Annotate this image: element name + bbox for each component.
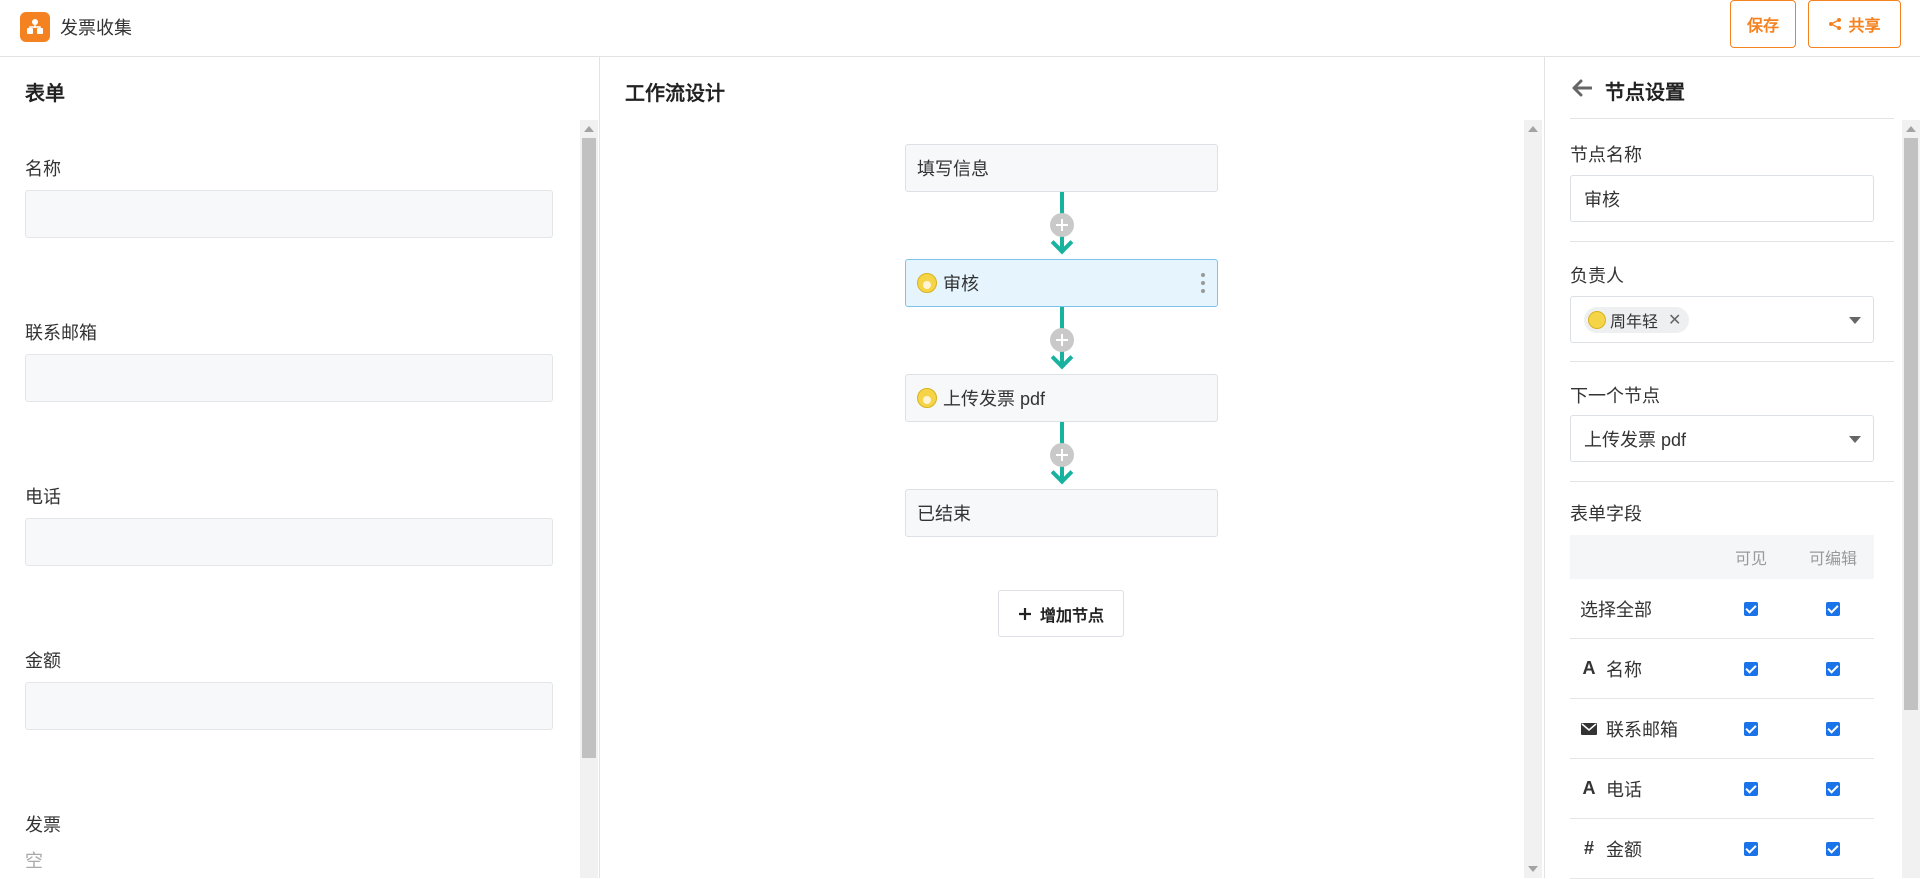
node-name-input[interactable]: 审核 (1570, 175, 1874, 222)
field-label-name: 名称 (25, 159, 61, 179)
plus-icon (1018, 607, 1031, 620)
avatar (917, 388, 937, 408)
add-node-label: 增加节点 (1039, 607, 1104, 625)
next-node-value: 上传发票 pdf (1584, 429, 1687, 450)
workflow-panel-title: 工作流设计 (625, 83, 725, 105)
text-icon: A (1582, 658, 1596, 678)
insert-node-plus-icon[interactable] (1050, 328, 1074, 352)
save-button-label: 保存 (1746, 18, 1779, 35)
editable-checkbox[interactable] (1826, 661, 1840, 676)
visible-checkbox[interactable] (1744, 661, 1758, 676)
field-label-email: 联系邮箱 (25, 323, 97, 343)
assignee-label: 负责人 (1570, 266, 1624, 286)
scroll-up-arrow-icon[interactable] (1528, 126, 1538, 132)
row-label: 联系邮箱 (1606, 719, 1678, 740)
name-input[interactable] (25, 190, 553, 238)
insert-node-plus-icon[interactable] (1050, 213, 1074, 237)
field-label-amount: 金额 (25, 651, 61, 671)
remove-icon[interactable]: ✕ (1668, 310, 1681, 330)
form-panel-title: 表单 (25, 83, 65, 105)
chevron-down-icon (1849, 436, 1861, 443)
form-scrollbar-thumb[interactable] (582, 138, 596, 758)
next-node-select[interactable]: 上传发票 pdf (1570, 415, 1874, 462)
scroll-up-arrow-icon[interactable] (584, 126, 594, 132)
amount-input[interactable] (25, 682, 553, 730)
editable-checkbox[interactable] (1826, 781, 1840, 796)
field-label-phone: 电话 (25, 487, 61, 507)
row-label: 电话 (1606, 779, 1642, 800)
row-label: 金额 (1606, 839, 1642, 860)
field-label-invoice: 发票 (25, 815, 61, 835)
table-row: 联系邮箱 (1570, 699, 1874, 759)
divider (1570, 361, 1894, 362)
workflow-panel: 工作流设计 填写信息 审核 上传发票 pdf 已结束 增加节点 (600, 57, 1545, 878)
node-settings-title: 节点设置 (1605, 82, 1685, 104)
row-label: 名称 (1606, 659, 1642, 680)
visible-column-header: 可见 (1734, 551, 1767, 568)
assignee-name: 周年轻 (1610, 313, 1659, 331)
table-row: # 金额 (1570, 819, 1874, 879)
add-node-button[interactable]: 增加节点 (998, 590, 1124, 637)
visible-checkbox[interactable] (1744, 601, 1758, 616)
workflow-node-upload-invoice[interactable]: 上传发票 pdf (905, 374, 1218, 422)
arrow-left-icon[interactable] (1572, 79, 1592, 97)
node-settings-panel: 节点设置 节点名称 审核 负责人 周年轻 ✕ 下一个节点 上传发票 pdf 表单… (1545, 57, 1920, 879)
top-bar: 发票收集 保存 共享 (0, 0, 1920, 57)
editable-checkbox[interactable] (1826, 721, 1840, 736)
editable-checkbox[interactable] (1826, 841, 1840, 856)
insert-node-plus-icon[interactable] (1050, 443, 1074, 467)
field-permissions-table: 可见 可编辑 选择全部 A 名称 联系邮箱 A 电话 # 金额 (1570, 535, 1874, 879)
visible-checkbox[interactable] (1744, 781, 1758, 796)
table-row: A 电话 (1570, 759, 1874, 819)
next-node-label: 下一个节点 (1570, 386, 1660, 406)
node-label: 已结束 (917, 504, 971, 524)
assignee-chip: 周年轻 ✕ (1584, 306, 1690, 333)
settings-scrollbar[interactable] (1902, 120, 1920, 878)
email-input[interactable] (25, 354, 553, 402)
invoice-empty-text: 空 (25, 851, 43, 871)
save-button[interactable]: 保存 (1730, 0, 1796, 48)
visible-checkbox[interactable] (1744, 841, 1758, 856)
row-label: 选择全部 (1580, 599, 1652, 620)
avatar (1588, 310, 1606, 329)
avatar (917, 273, 937, 293)
hash-icon: # (1583, 838, 1594, 858)
editable-column-header: 可编辑 (1808, 551, 1857, 568)
phone-input[interactable] (25, 518, 553, 566)
settings-scrollbar-thumb[interactable] (1904, 138, 1918, 710)
share-button[interactable]: 共享 (1808, 0, 1901, 48)
form-panel: 表单 名称 联系邮箱 电话 金额 发票 空 (0, 57, 600, 878)
assignee-select[interactable]: 周年轻 ✕ (1570, 296, 1874, 343)
divider (1570, 241, 1894, 242)
divider (1570, 481, 1894, 482)
node-name-value: 审核 (1584, 189, 1620, 210)
workflow-node-fill-info[interactable]: 填写信息 (905, 144, 1218, 192)
more-vertical-icon[interactable] (1201, 273, 1205, 295)
scroll-up-arrow-icon[interactable] (1906, 126, 1916, 132)
org-chart-icon (20, 12, 50, 42)
share-button-label: 共享 (1848, 18, 1881, 35)
table-row: A 名称 (1570, 639, 1874, 699)
form-scrollbar[interactable] (580, 120, 598, 878)
app-title: 发票收集 (60, 18, 132, 38)
form-fields-label: 表单字段 (1570, 504, 1642, 524)
node-label: 填写信息 (917, 159, 989, 179)
share-icon (1829, 18, 1842, 30)
visible-checkbox[interactable] (1744, 721, 1758, 736)
text-icon: A (1582, 778, 1596, 798)
node-name-label: 节点名称 (1570, 145, 1642, 165)
chevron-down-icon (1849, 317, 1861, 324)
table-row-select-all: 选择全部 (1570, 579, 1874, 639)
workflow-node-review[interactable]: 审核 (905, 259, 1218, 307)
editable-checkbox[interactable] (1826, 601, 1840, 616)
divider (1570, 118, 1894, 119)
workflow-node-finished[interactable]: 已结束 (905, 489, 1218, 537)
table-header: 可见 可编辑 (1570, 535, 1874, 579)
node-label: 审核 (943, 274, 979, 294)
scroll-down-arrow-icon[interactable] (1528, 866, 1538, 872)
workflow-scrollbar[interactable] (1524, 120, 1542, 878)
envelope-icon (1580, 722, 1598, 735)
node-label: 上传发票 pdf (943, 389, 1046, 409)
